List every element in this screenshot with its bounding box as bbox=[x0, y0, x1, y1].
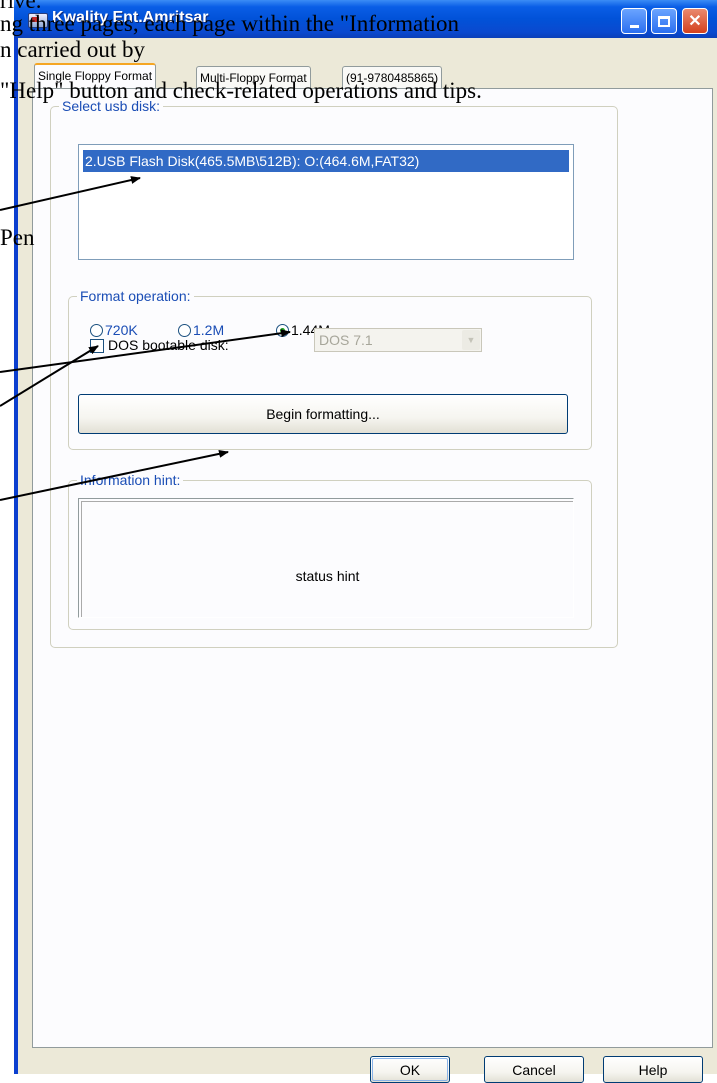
dos-version-select[interactable]: DOS 7.1 ▼ bbox=[314, 328, 482, 352]
radio-720k-button[interactable] bbox=[90, 323, 103, 337]
usb-disk-list[interactable]: 2.USB Flash Disk(465.5MB\512B): O:(464.6… bbox=[78, 144, 574, 260]
usb-disk-list-item[interactable]: 2.USB Flash Disk(465.5MB\512B): O:(464.6… bbox=[83, 150, 569, 172]
format-operation-legend: Format operation: bbox=[77, 288, 194, 304]
status-hint-box: status hint bbox=[78, 498, 574, 618]
document-line-5: Pen bbox=[0, 225, 35, 250]
document-line-2: ng three pages, each page within the "In… bbox=[0, 11, 460, 36]
document-line-3: n carried out by bbox=[0, 37, 145, 62]
radio-1-2m-button[interactable] bbox=[178, 323, 191, 337]
status-hint-inner: status hint bbox=[81, 501, 573, 617]
help-button[interactable]: Help bbox=[603, 1056, 703, 1083]
maximize-button[interactable] bbox=[651, 8, 677, 34]
cancel-button[interactable]: Cancel bbox=[484, 1056, 584, 1083]
radio-1-44m-button[interactable] bbox=[276, 323, 289, 337]
status-hint-text: status hint bbox=[295, 568, 360, 584]
dos-version-value: DOS 7.1 bbox=[319, 332, 373, 348]
minimize-icon bbox=[629, 24, 639, 28]
maximize-icon bbox=[658, 15, 670, 27]
dialog-client: Single Floppy Format Multi-Floppy Format… bbox=[18, 38, 717, 1083]
ok-button[interactable]: OK bbox=[370, 1056, 450, 1083]
document-line-4: "Help" button and check-related operatio… bbox=[0, 78, 482, 103]
chevron-down-icon[interactable]: ▼ bbox=[462, 330, 480, 350]
information-hint-legend: Information hint: bbox=[77, 472, 184, 488]
app-window: Kwality Ent.Amritsar ✕ Single Floppy For… bbox=[14, 0, 717, 1083]
radio-1-2m[interactable]: 1.2M bbox=[178, 322, 224, 338]
ok-label: OK bbox=[399, 1061, 421, 1078]
radio-1-2m-label: 1.2M bbox=[193, 322, 225, 338]
minimize-button[interactable] bbox=[621, 8, 647, 34]
dos-bootable-checkbox[interactable] bbox=[90, 339, 104, 353]
begin-formatting-button[interactable]: Begin formatting... bbox=[78, 394, 568, 434]
close-icon: ✕ bbox=[688, 13, 702, 30]
dos-bootable-label: DOS bootable disk: bbox=[108, 337, 229, 353]
close-button[interactable]: ✕ bbox=[682, 8, 708, 34]
radio-720k-label: 720K bbox=[105, 322, 138, 338]
radio-720k[interactable]: 720K bbox=[90, 322, 138, 338]
